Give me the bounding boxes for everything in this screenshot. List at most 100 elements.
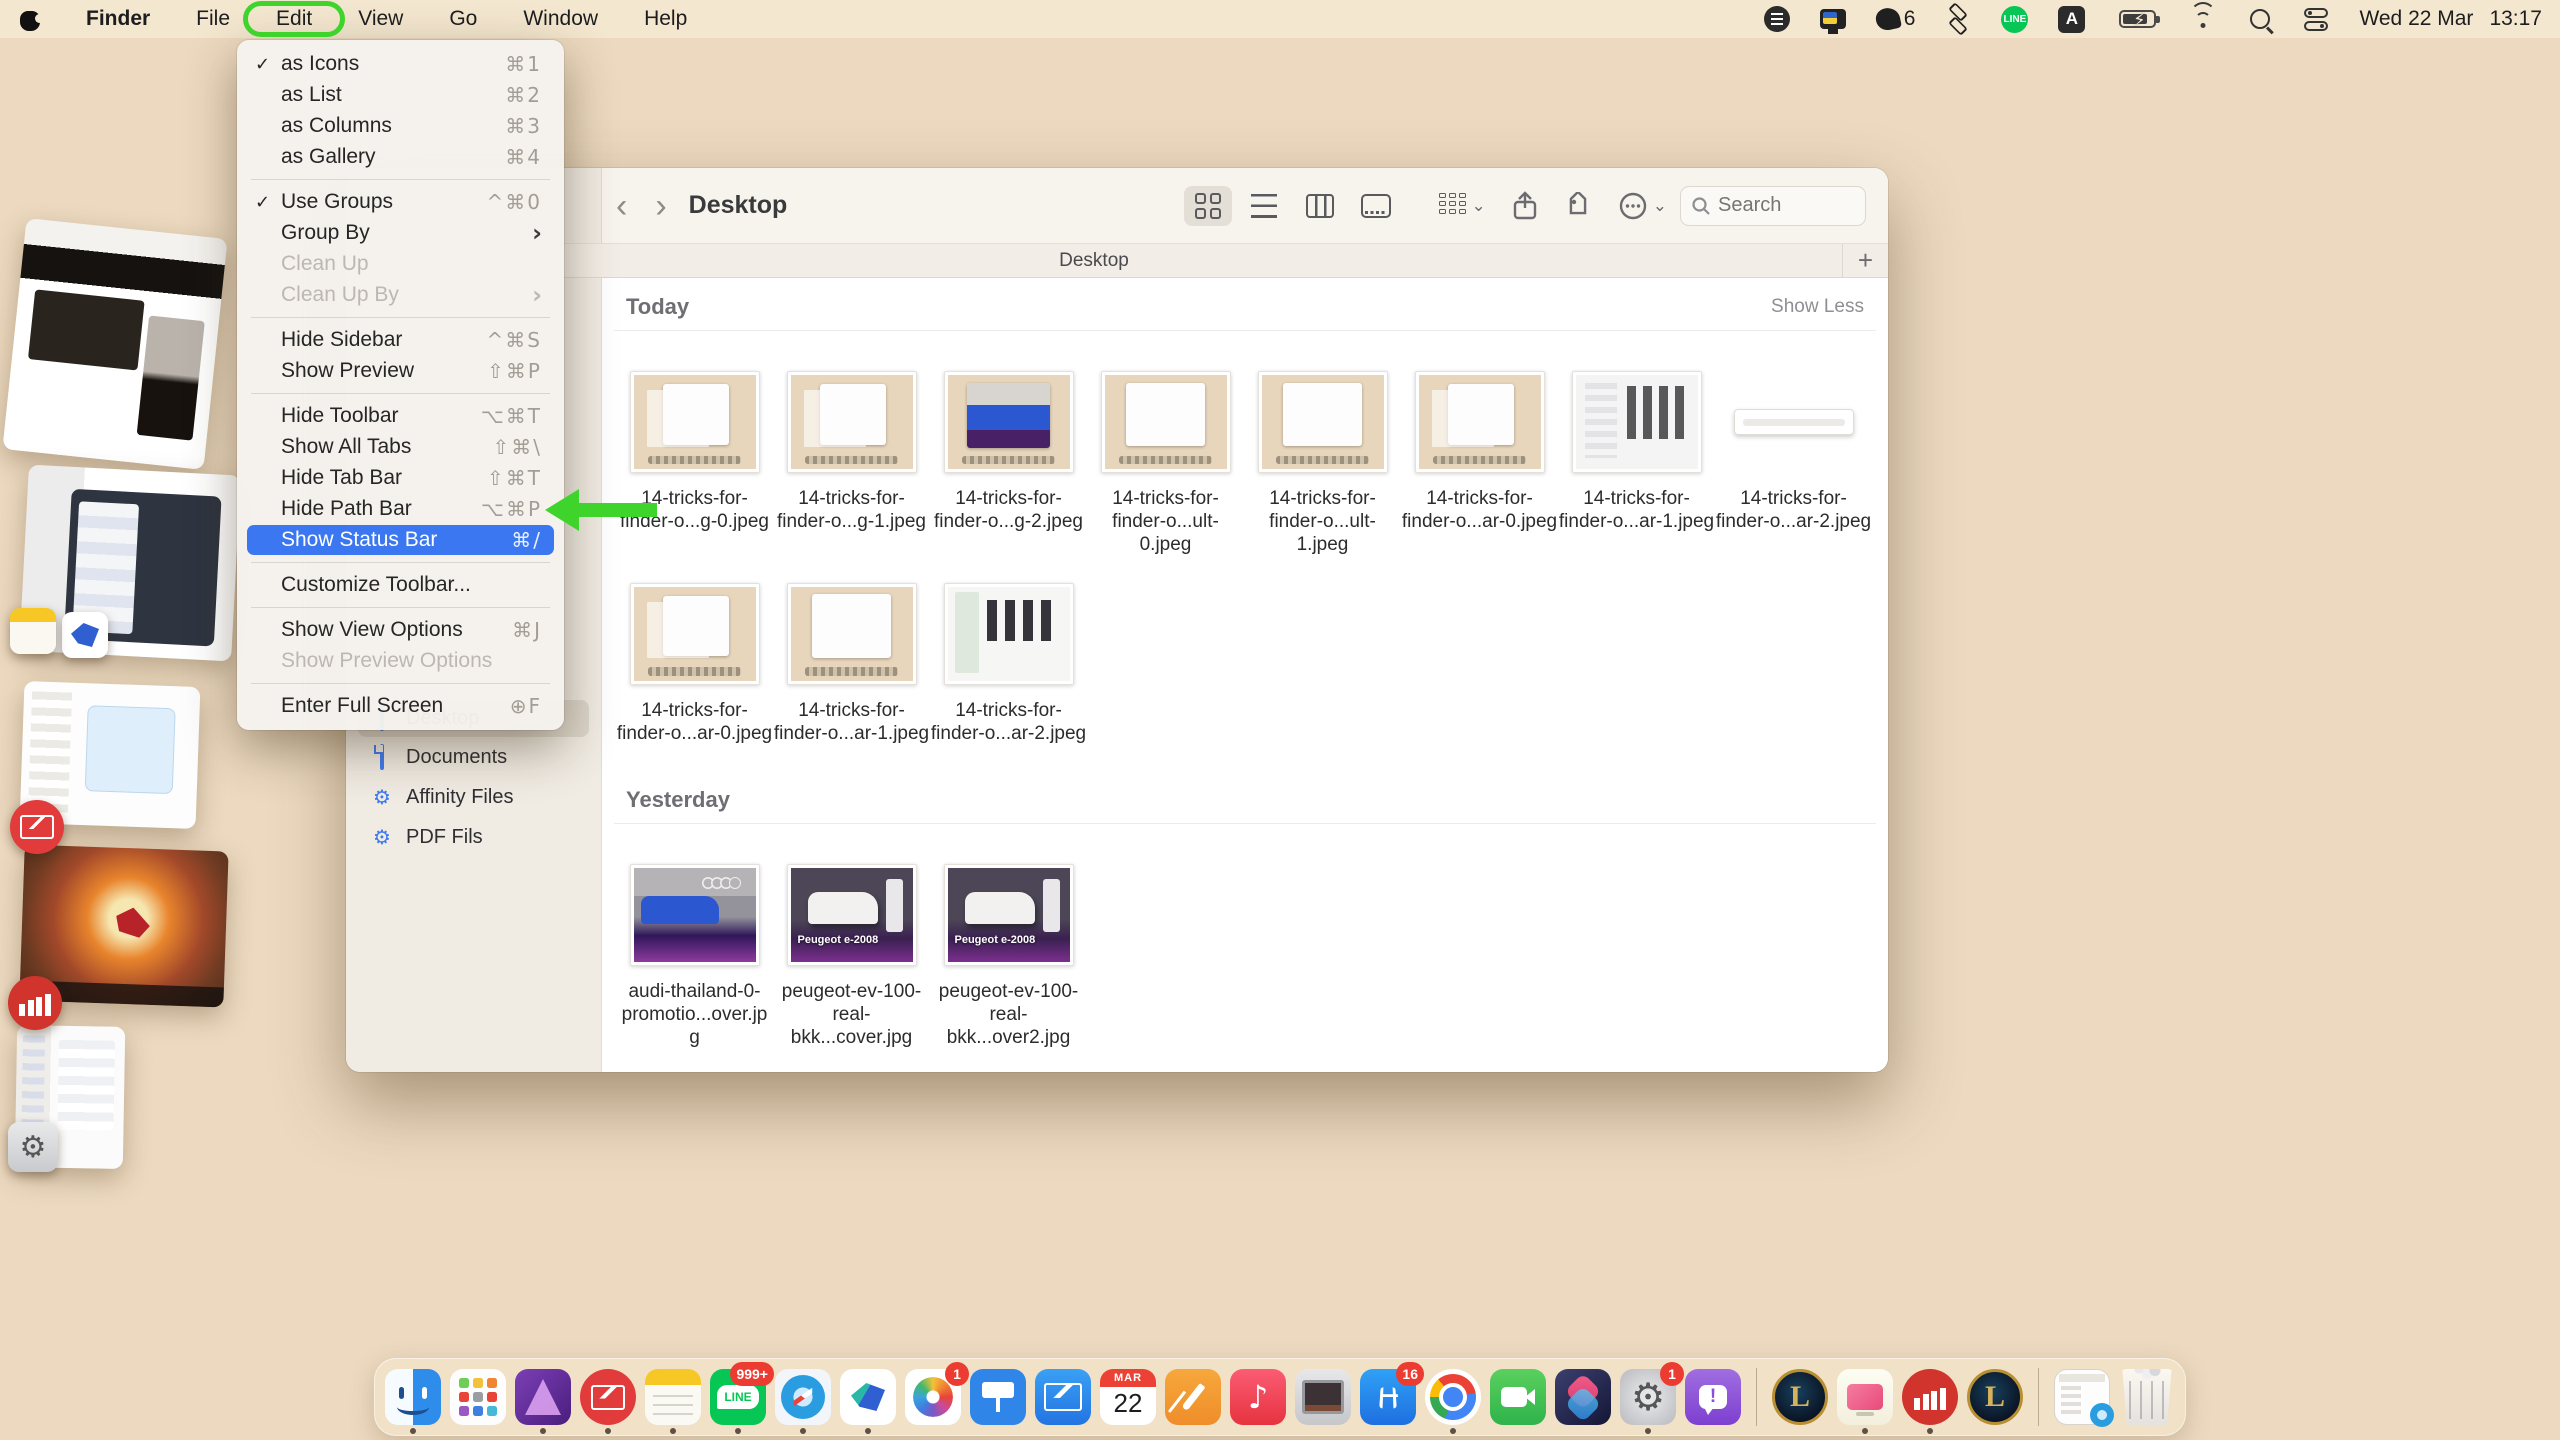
browser-window-thumbnail[interactable] (2, 218, 227, 470)
file-item[interactable]: 14-tricks-for-finder-o...g-1.jpeg (773, 371, 930, 557)
menu-item-show-view-options[interactable]: Show View Options⌘J (247, 615, 554, 645)
menu-finder[interactable]: Finder (82, 5, 154, 33)
new-tab-button[interactable]: + (1842, 244, 1888, 277)
list-view-button[interactable] (1240, 186, 1288, 226)
file-item[interactable]: 14-tricks-for-finder-o...ar-1.jpeg (773, 583, 930, 745)
menu-item-hide-path-bar[interactable]: Hide Path Bar⌥⌘P (247, 494, 554, 524)
document-icon (380, 744, 384, 770)
dock-separator (2038, 1368, 2039, 1426)
stacked-diamonds-icon[interactable] (1945, 6, 1971, 32)
search-field[interactable] (1680, 186, 1866, 226)
sidebar-item-documents[interactable]: Documents (358, 739, 589, 776)
menu-view[interactable]: View (354, 5, 407, 33)
sidebar-item-affinity-files[interactable]: ⚙ Affinity Files (358, 778, 589, 816)
spotlight-icon[interactable] (2247, 6, 2273, 32)
menu-item-use-groups[interactable]: ✓Use Groups^⌘0 (247, 187, 554, 217)
display-status-icon[interactable] (1820, 6, 1846, 32)
dock-alert-bubble-app-icon[interactable]: ! (1685, 1369, 1741, 1425)
menu-item-as-gallery[interactable]: as Gallery⌘4 (247, 142, 554, 172)
file-item[interactable]: audi-thailand-0-promotio...over.jpg (616, 864, 773, 1050)
menu-item-hide-toolbar[interactable]: Hide Toolbar⌥⌘T (247, 401, 554, 431)
dock-photos-icon[interactable]: 1 (905, 1369, 961, 1425)
file-item[interactable]: 14-tricks-for-finder-o...ar-0.jpeg (616, 583, 773, 745)
file-item[interactable]: 14-tricks-for-finder-o...ar-2.jpeg (930, 583, 1087, 745)
menu-item-as-icons[interactable]: ✓as Icons⌘1 (247, 49, 554, 79)
menu-help[interactable]: Help (640, 5, 691, 33)
menubar-clock[interactable]: Wed 22 Mar 13:17 (2359, 7, 2542, 31)
dock-finder-icon[interactable] (385, 1369, 441, 1425)
apple-menu[interactable] (18, 6, 44, 32)
line-status-icon[interactable]: LINE (2001, 6, 2028, 33)
dock-pages-icon[interactable] (1165, 1369, 1221, 1425)
file-item[interactable]: Peugeot e-2008peugeot-ev-100-real-bkk...… (930, 864, 1087, 1050)
file-item[interactable]: 14-tricks-for-finder-o...ult-1.jpeg (1244, 371, 1401, 557)
battery-icon[interactable]: ⚡ (2115, 6, 2159, 32)
dock-app-store-icon[interactable]: 16 (1360, 1369, 1416, 1425)
more-actions-button[interactable]: ⌄ (1618, 191, 1667, 221)
dock-line-icon[interactable]: LINE999+ (710, 1369, 766, 1425)
dock-system-settings-icon[interactable]: ⚙1 (1620, 1369, 1676, 1425)
dock-league-of-legends-icon-2[interactable]: L (1967, 1369, 2023, 1425)
dock-league-of-legends-icon[interactable]: L (1772, 1369, 1828, 1425)
menu-item-enter-full-screen[interactable]: Enter Full Screen⊕F (247, 691, 554, 721)
dock-music-icon[interactable]: ♪ (1230, 1369, 1286, 1425)
menu-item-group-by[interactable]: Group By› (247, 218, 554, 248)
icon-view-button[interactable] (1184, 186, 1232, 226)
wifi-icon[interactable] (2189, 8, 2217, 30)
submenu-arrow-icon: › (532, 283, 542, 307)
column-view-button[interactable] (1296, 186, 1344, 226)
dock-trash-icon[interactable] (2119, 1369, 2175, 1425)
mail-status-item[interactable]: 6 (1876, 7, 1916, 31)
menu-item-show-status-bar[interactable]: Show Status Bar⌘/ (247, 525, 554, 555)
dock-affinity-photo-icon[interactable] (515, 1369, 571, 1425)
file-item[interactable]: 14-tricks-for-finder-o...ar-2.jpeg (1715, 371, 1872, 557)
dock-notes-icon[interactable] (645, 1369, 701, 1425)
file-item[interactable]: 14-tricks-for-finder-o...g-2.jpeg (930, 371, 1087, 557)
dock-launchpad-icon[interactable] (450, 1369, 506, 1425)
menu-item-hide-sidebar[interactable]: Hide Sidebar^⌘S (247, 325, 554, 355)
search-input[interactable] (1718, 194, 1838, 217)
window-title: Desktop (689, 191, 788, 220)
file-item[interactable]: 14-tricks-for-finder-o...ar-1.jpeg (1558, 371, 1715, 557)
menu-item-show-preview[interactable]: Show Preview⇧⌘P (247, 356, 554, 386)
dock-chrome-icon[interactable] (1425, 1369, 1481, 1425)
file-item[interactable]: Peugeot e-2008peugeot-ev-100-real-bkk...… (773, 864, 930, 1050)
input-source-icon[interactable]: A (2058, 6, 2085, 33)
dock-minimized-window-thumbnail[interactable] (2054, 1369, 2110, 1425)
control-center-icon[interactable] (2303, 6, 2329, 32)
menubar-app-icon[interactable] (1764, 6, 1790, 32)
menu-item-hide-tab-bar[interactable]: Hide Tab Bar⇧⌘T (247, 463, 554, 493)
menu-item-as-list[interactable]: as List⌘2 (247, 80, 554, 110)
dock-cleanmymac-icon[interactable] (1837, 1369, 1893, 1425)
dock-safari-icon[interactable] (775, 1369, 831, 1425)
menu-go[interactable]: Go (445, 5, 481, 33)
share-button[interactable] (1512, 191, 1538, 221)
dock-keynote-icon[interactable] (970, 1369, 1026, 1425)
show-less-today[interactable]: Show Less (1771, 296, 1864, 318)
finder-window: ‹ › Desktop ⌄ (346, 168, 1888, 1072)
dock-shortcuts-icon[interactable] (1555, 1369, 1611, 1425)
back-button[interactable]: ‹ (602, 189, 641, 223)
dock-calendar-icon[interactable]: MAR22 (1100, 1369, 1156, 1425)
mail-badge-count: 6 (1904, 7, 1916, 31)
file-item[interactable]: 14-tricks-for-finder-o...ar-0.jpeg (1401, 371, 1558, 557)
group-by-button[interactable]: ⌄ (1439, 193, 1486, 219)
menu-file[interactable]: File (192, 5, 234, 33)
menu-item-show-all-tabs[interactable]: Show All Tabs⇧⌘\ (247, 432, 554, 462)
menu-window[interactable]: Window (519, 5, 602, 33)
forward-button[interactable]: › (641, 189, 680, 223)
tab-desktop[interactable]: Desktop (346, 250, 1842, 272)
menu-item-customize-toolbar[interactable]: Customize Toolbar... (247, 570, 554, 600)
dock-facetime-icon[interactable] (1490, 1369, 1546, 1425)
running-indicator (865, 1428, 871, 1434)
tag-button[interactable] (1564, 192, 1592, 220)
dock-image-capture-icon[interactable] (1295, 1369, 1351, 1425)
sidebar-item-pdf-fils[interactable]: ⚙ PDF Fils (358, 818, 589, 856)
dock-airmail-icon[interactable] (840, 1369, 896, 1425)
dock-riot-games-icon[interactable] (1902, 1369, 1958, 1425)
file-item[interactable]: 14-tricks-for-finder-o...ult-0.jpeg (1087, 371, 1244, 557)
gallery-view-button[interactable] (1352, 186, 1400, 226)
menu-item-as-columns[interactable]: as Columns⌘3 (247, 111, 554, 141)
dock-spark-mail-icon[interactable] (580, 1369, 636, 1425)
dock-mail-icon[interactable] (1035, 1369, 1091, 1425)
